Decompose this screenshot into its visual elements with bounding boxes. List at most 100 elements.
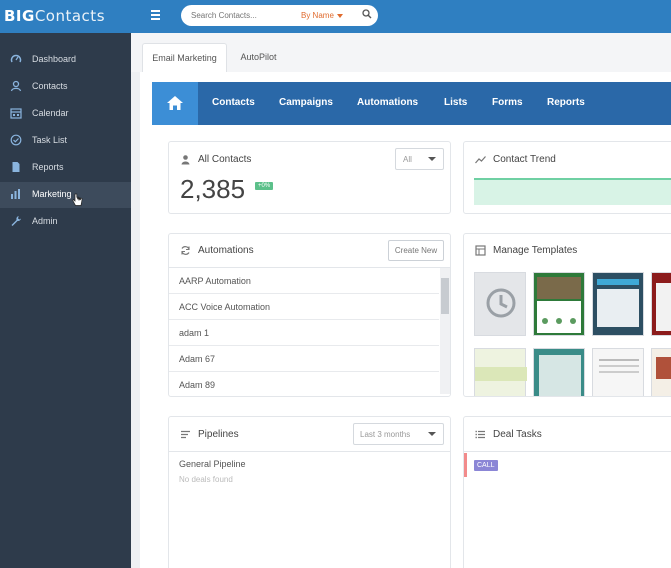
nav-reports[interactable]: Reports xyxy=(547,97,585,108)
sidebar-item-label: Calendar xyxy=(32,108,69,118)
automations-panel: Automations Create New AARP Automation A… xyxy=(168,233,451,397)
empty-state-text: No deals found xyxy=(179,475,233,484)
change-badge: +0% xyxy=(255,182,274,190)
app-logo[interactable]: BIGContacts xyxy=(4,7,105,25)
trend-chart-area xyxy=(474,178,671,205)
pipeline-name[interactable]: General Pipeline xyxy=(179,459,246,469)
nav-lists[interactable]: Lists xyxy=(444,97,467,108)
sidebar-item-admin[interactable]: Admin xyxy=(0,209,131,235)
all-contacts-panel: All Contacts All 2,385 +0% xyxy=(168,141,451,214)
template-thumbnail[interactable] xyxy=(651,272,671,336)
chevron-down-icon xyxy=(428,157,436,161)
panel-title: Contact Trend xyxy=(493,154,556,165)
template-thumbnail[interactable] xyxy=(474,348,527,396)
scrollbar-thumb[interactable] xyxy=(441,278,449,314)
trend-line-icon xyxy=(475,156,486,164)
calendar-icon xyxy=(10,108,22,119)
manage-templates-panel: Manage Templates xyxy=(463,233,671,397)
sidebar-item-label: Contacts xyxy=(32,81,68,91)
template-body xyxy=(537,301,581,333)
sidebar: Dashboard Contacts Calendar Task List Re… xyxy=(0,33,131,568)
menu-toggle-icon[interactable] xyxy=(149,8,163,22)
tab-bar: Email Marketing AutoPilot xyxy=(131,33,671,72)
sidebar-item-reports[interactable]: Reports xyxy=(0,155,131,181)
tab-label: Email Marketing xyxy=(152,53,217,63)
select-value: Last 3 months xyxy=(360,430,411,439)
pipeline-range-select[interactable]: Last 3 months xyxy=(353,423,444,445)
list-lines-icon xyxy=(181,430,190,439)
template-dot xyxy=(542,318,548,324)
template-image xyxy=(656,357,671,379)
nav-automations[interactable]: Automations xyxy=(357,97,418,108)
automations-scrollbar[interactable] xyxy=(440,268,450,394)
contacts-filter-select[interactable]: All xyxy=(395,148,444,170)
nav-contacts[interactable]: Contacts xyxy=(212,97,255,108)
wrench-icon xyxy=(11,216,21,226)
task-check-icon xyxy=(10,134,22,146)
home-icon xyxy=(167,96,183,110)
template-header xyxy=(597,279,639,285)
automation-item[interactable]: AARP Automation xyxy=(169,268,439,294)
search-bar: By Name xyxy=(181,5,378,26)
template-body xyxy=(539,355,581,396)
template-thumbnail[interactable] xyxy=(651,348,671,396)
template-thumbnail[interactable] xyxy=(592,348,644,396)
template-thumbnail[interactable] xyxy=(592,272,644,336)
search-by-label: By Name xyxy=(301,11,334,20)
sidebar-item-label: Reports xyxy=(32,162,64,172)
sidebar-item-label: Marketing xyxy=(32,189,72,199)
panel-title: Manage Templates xyxy=(493,245,578,256)
nav-campaigns[interactable]: Campaigns xyxy=(279,97,333,108)
panel-title: Pipelines xyxy=(198,429,239,440)
template-thumbnail[interactable] xyxy=(533,272,585,336)
tab-autopilot[interactable]: AutoPilot xyxy=(231,43,286,72)
select-value: All xyxy=(403,155,412,164)
automation-item[interactable]: Adam 67 xyxy=(169,346,439,372)
bar-chart-icon xyxy=(11,189,20,199)
contacts-icon xyxy=(10,80,22,92)
chevron-down-icon xyxy=(428,432,436,436)
automation-item[interactable]: ACC Voice Automation xyxy=(169,294,439,320)
contact-trend-panel: Contact Trend xyxy=(463,141,671,214)
sidebar-item-calendar[interactable]: Calendar xyxy=(0,101,131,127)
template-dot xyxy=(570,318,576,324)
template-grid-icon xyxy=(475,245,486,256)
sidebar-item-contacts[interactable]: Contacts xyxy=(0,74,131,100)
home-button[interactable] xyxy=(152,82,198,125)
automation-item[interactable]: adam 1 xyxy=(169,320,439,346)
task-priority-bar xyxy=(464,453,467,477)
dashboard-icon xyxy=(10,54,22,63)
document-icon xyxy=(12,162,20,172)
sidebar-item-marketing[interactable]: Marketing xyxy=(0,182,131,208)
template-banner xyxy=(475,367,527,381)
pipelines-panel: Pipelines Last 3 months General Pipeline… xyxy=(168,416,451,568)
automation-item[interactable]: Adam 89 xyxy=(169,372,439,396)
template-line xyxy=(599,371,639,373)
template-line xyxy=(599,359,639,361)
template-body xyxy=(656,283,671,331)
create-new-button[interactable]: Create New xyxy=(388,240,444,261)
refresh-icon xyxy=(181,246,190,255)
contacts-count: 2,385 xyxy=(180,174,246,204)
logo-bold: BIG xyxy=(4,7,35,25)
template-line xyxy=(599,365,639,367)
nav-forms[interactable]: Forms xyxy=(492,97,523,108)
sidebar-item-label: Admin xyxy=(32,216,58,226)
template-thumbnail[interactable] xyxy=(533,348,585,396)
sidebar-item-dashboard[interactable]: Dashboard xyxy=(0,47,131,73)
tab-email-marketing[interactable]: Email Marketing xyxy=(142,43,227,72)
template-image xyxy=(537,277,581,299)
template-dot xyxy=(556,318,562,324)
template-body xyxy=(597,289,639,327)
hand-cursor-icon xyxy=(72,193,83,206)
search-icon[interactable] xyxy=(362,9,372,19)
sidebar-item-task-list[interactable]: Task List xyxy=(0,128,131,154)
search-input[interactable] xyxy=(191,8,286,23)
call-badge[interactable]: CALL xyxy=(474,460,498,471)
marketing-nav: Contacts Campaigns Automations Lists For… xyxy=(152,82,671,125)
divider xyxy=(169,451,450,452)
search-by-dropdown[interactable]: By Name xyxy=(301,11,343,20)
tab-label: AutoPilot xyxy=(240,52,277,62)
task-list-icon xyxy=(475,430,485,439)
template-thumbnail[interactable] xyxy=(474,272,526,336)
